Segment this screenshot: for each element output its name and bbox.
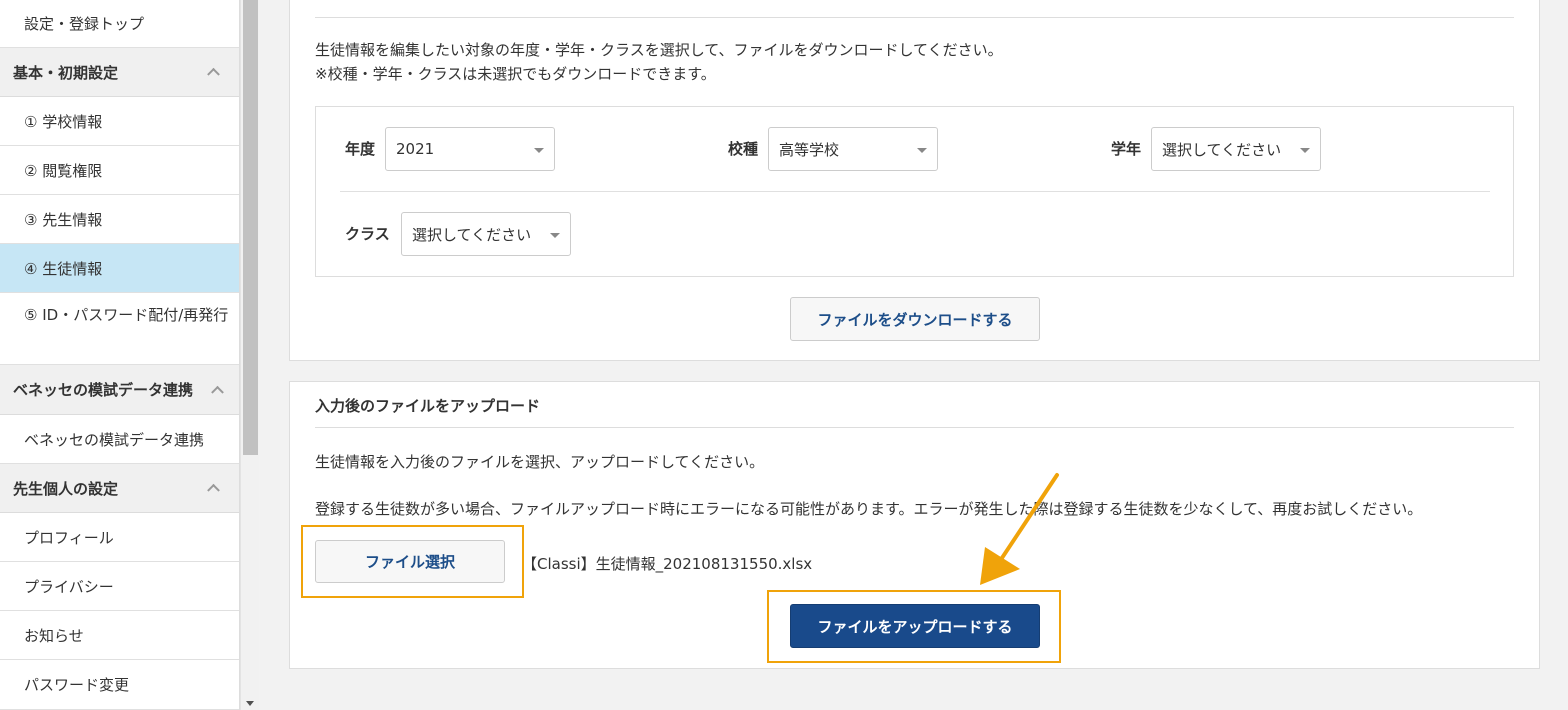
- class-select[interactable]: 選択してください: [401, 212, 571, 256]
- year-select-value: 2021: [396, 140, 435, 158]
- sidebar-section-basic[interactable]: 基本・初期設定: [0, 48, 239, 97]
- sidebar-item-settings-top[interactable]: 設定・登録トップ: [0, 0, 239, 48]
- class-label: クラス: [345, 225, 390, 243]
- download-note: ※校種・学年・クラスは未選択でもダウンロードできます。: [315, 65, 716, 83]
- download-instruction: 生徒情報を編集したい対象の年度・学年・クラスを選択して、ファイルをダウンロードし…: [315, 41, 1003, 59]
- sidebar-item-teacher-info[interactable]: ③ 先生情報: [0, 195, 239, 244]
- grade-select[interactable]: 選択してください: [1151, 127, 1321, 171]
- class-select-value: 選択してください: [412, 225, 532, 244]
- chevron-up-icon: [211, 385, 224, 399]
- sidebar-item-privacy[interactable]: プライバシー: [0, 562, 239, 611]
- divider: [315, 427, 1514, 428]
- annotation-arrow-icon: [980, 473, 1059, 585]
- sidebar-item-permissions[interactable]: ② 閲覧権限: [0, 146, 239, 195]
- school-type-label: 校種: [728, 140, 759, 158]
- grade-select-value: 選択してください: [1162, 140, 1282, 159]
- sidebar-nav: 設定・登録トップ 基本・初期設定 ① 学校情報 ② 閲覧権限 ③ 先生情報 ④ …: [0, 0, 240, 710]
- sidebar-section-label: 基本・初期設定: [13, 63, 119, 82]
- choose-file-button[interactable]: ファイル選択: [315, 540, 505, 583]
- year-label: 年度: [345, 140, 376, 158]
- caret-down-icon: [550, 233, 560, 238]
- sidebar-section-label: 先生個人の設定: [13, 479, 119, 498]
- sidebar-section-benesse[interactable]: ベネッセの模試データ連携: [0, 365, 239, 415]
- sidebar-item-password-change[interactable]: パスワード変更: [0, 660, 239, 710]
- caret-down-icon: [534, 148, 544, 153]
- sidebar-item-notifications[interactable]: お知らせ: [0, 611, 239, 660]
- sidebar-item-profile[interactable]: プロフィール: [0, 513, 239, 562]
- sidebar-item-school-info[interactable]: ① 学校情報: [0, 97, 239, 146]
- chevron-up-icon: [207, 483, 220, 497]
- chevron-up-icon: [207, 67, 220, 81]
- scrollbar-thumb[interactable]: [243, 0, 258, 455]
- sidebar-item-student-info[interactable]: ④ 生徒情報: [0, 244, 239, 293]
- scroll-down-arrow-icon[interactable]: [246, 701, 254, 706]
- selected-file-name: 【Classi】生徒情報_202108131550.xlsx: [522, 555, 813, 573]
- grade-label: 学年: [1111, 140, 1142, 158]
- sidebar-item-id-password[interactable]: ⑤ ID・パスワード配付/再発行: [0, 293, 239, 365]
- sidebar-section-personal[interactable]: 先生個人の設定: [0, 464, 239, 513]
- divider: [315, 17, 1514, 18]
- download-file-button[interactable]: ファイルをダウンロードする: [790, 297, 1040, 341]
- year-select[interactable]: 2021: [385, 127, 555, 171]
- upload-panel-title: 入力後のファイルをアップロード: [315, 397, 541, 415]
- upload-instruction: 生徒情報を入力後のファイルを選択、アップロードしてください。: [315, 453, 765, 471]
- sidebar-item-benesse-link[interactable]: ベネッセの模試データ連携: [0, 415, 239, 464]
- school-type-select-value: 高等学校: [779, 140, 840, 159]
- sidebar-scrollbar[interactable]: [240, 0, 259, 710]
- page-root: 設定・登録トップ 基本・初期設定 ① 学校情報 ② 閲覧権限 ③ 先生情報 ④ …: [0, 0, 1568, 710]
- caret-down-icon: [1300, 148, 1310, 153]
- school-type-select[interactable]: 高等学校: [768, 127, 938, 171]
- sidebar-section-label: ベネッセの模試データ連携: [13, 381, 194, 399]
- filter-divider: [340, 191, 1490, 192]
- upload-warning: 登録する生徒数が多い場合、ファイルアップロード時にエラーになる可能性があります。…: [315, 500, 1423, 518]
- upload-file-button[interactable]: ファイルをアップロードする: [790, 604, 1040, 648]
- caret-down-icon: [917, 148, 927, 153]
